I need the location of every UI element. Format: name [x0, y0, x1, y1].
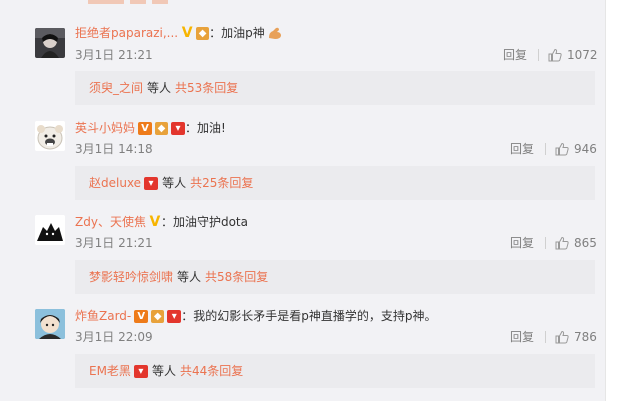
like-count: 865: [574, 236, 597, 250]
comment-date: 3月1日 22:09: [75, 330, 153, 344]
red-envelope-icon: ▾: [171, 121, 186, 135]
comment-text: ：加油!: [185, 121, 226, 135]
sub-replies-box[interactable]: 赵deluxe ▾ 等人 共25条回复: [75, 166, 595, 200]
username[interactable]: Zdy、天使焦: [75, 213, 146, 231]
sub-reply-total-link[interactable]: 共25条回复: [190, 166, 253, 200]
red-envelope-icon: ▾: [167, 309, 182, 323]
verified-v-icon: V: [134, 309, 149, 323]
username[interactable]: 炸鱼Zard-: [75, 307, 131, 325]
comment-text: ：我的幻影长矛手是看p神直播学的，支持p神。: [181, 309, 437, 323]
thumbs-up-icon[interactable]: [555, 142, 569, 156]
vip-badge-icon: ◆: [196, 26, 210, 40]
comments-panel: 拒绝者paparazi,... V ◆ ：加油p神 3月1日 21:21 回复 …: [0, 0, 605, 401]
sub-reply-user[interactable]: 赵deluxe: [89, 166, 141, 200]
sub-reply-suffix: 等人: [162, 176, 187, 190]
like-count: 786: [574, 330, 597, 344]
verified-v-icon: V: [181, 24, 193, 41]
sub-replies-box[interactable]: 须臾_之间 等人 共53条回复: [75, 71, 595, 105]
vip-badge-icon: ◆: [155, 121, 169, 135]
thumbs-up-icon[interactable]: [548, 48, 562, 62]
verified-v-icon: V: [149, 213, 161, 230]
sub-reply-user[interactable]: 梦影轻吟惊剑啸: [89, 260, 173, 294]
reply-button[interactable]: 回复: [510, 141, 534, 157]
avatar[interactable]: [35, 215, 65, 245]
sub-reply-suffix: 等人: [147, 81, 172, 95]
reply-button[interactable]: 回复: [510, 235, 534, 251]
comment-date: 3月1日 21:21: [75, 236, 153, 250]
comment-text: ：加油p神: [209, 26, 265, 40]
flexed-arm-emoji-icon: [268, 27, 281, 39]
username[interactable]: 英斗小妈妈: [75, 119, 135, 137]
comment-date: 3月1日 14:18: [75, 142, 153, 156]
sub-reply-user[interactable]: 须臾_之间: [89, 71, 143, 105]
verified-v-icon: V: [138, 121, 153, 135]
avatar[interactable]: [35, 309, 65, 339]
sub-reply-total-link[interactable]: 共53条回复: [175, 71, 238, 105]
avatar[interactable]: [35, 121, 65, 151]
reply-button[interactable]: 回复: [510, 329, 534, 345]
scrollbar[interactable]: [605, 0, 617, 401]
thumbs-up-icon[interactable]: [555, 236, 569, 250]
sub-reply-total-link[interactable]: 共58条回复: [205, 260, 268, 294]
sub-reply-suffix: 等人: [177, 270, 202, 284]
like-count: 1072: [567, 48, 598, 62]
username[interactable]: 拒绝者paparazi,...: [75, 24, 178, 42]
red-envelope-icon: ▾: [144, 176, 159, 190]
avatar[interactable]: [35, 28, 65, 58]
comment-text: ：加油守护dota: [160, 215, 248, 229]
thumbs-up-icon[interactable]: [555, 330, 569, 344]
comment-date: 3月1日 21:21: [75, 48, 153, 62]
sub-replies-box[interactable]: 梦影轻吟惊剑啸 等人 共58条回复: [75, 260, 595, 294]
vip-badge-icon: ◆: [151, 309, 165, 323]
red-envelope-icon: ▾: [133, 364, 148, 378]
sub-replies-box[interactable]: EM老黑 ▾ 等人 共44条回复: [75, 354, 595, 388]
sub-reply-total-link[interactable]: 共44条回复: [180, 354, 243, 388]
sub-reply-user[interactable]: EM老黑: [89, 354, 131, 388]
reply-button[interactable]: 回复: [503, 47, 527, 63]
sub-reply-suffix: 等人: [151, 364, 176, 378]
like-count: 946: [574, 142, 597, 156]
cut-off-previous-row: [88, 0, 228, 4]
